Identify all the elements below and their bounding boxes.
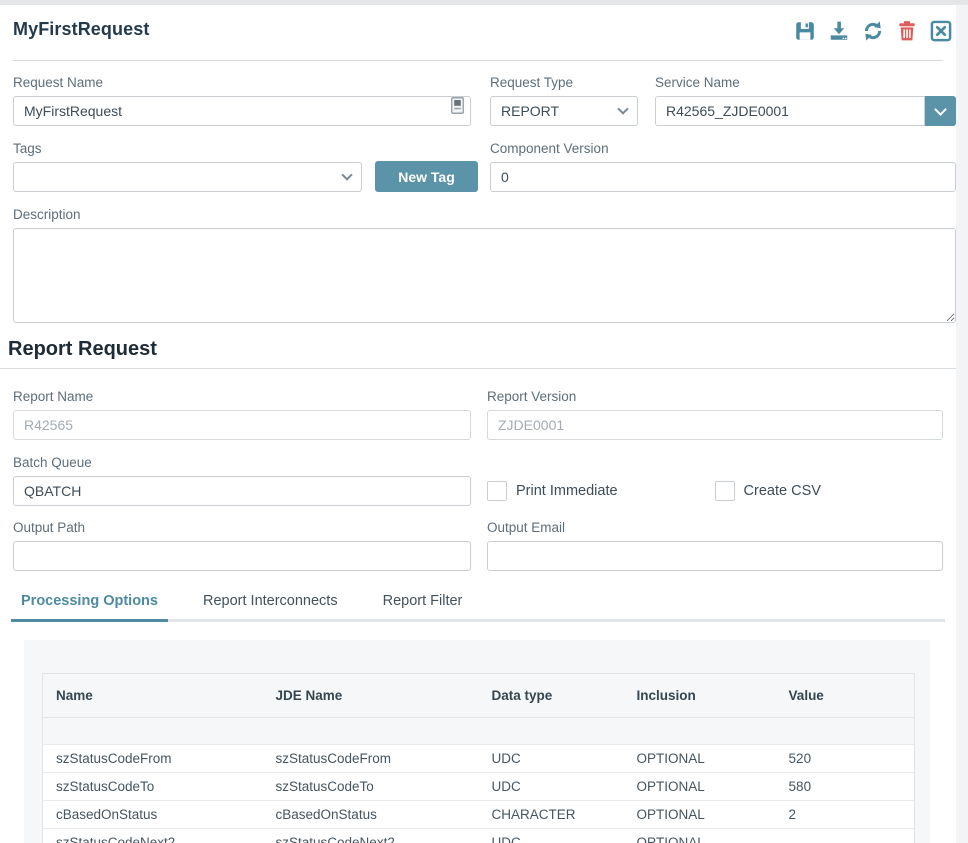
component-version-input[interactable] bbox=[490, 162, 956, 192]
column-header-jde-name: JDE Name bbox=[263, 674, 479, 718]
create-csv-label: Create CSV bbox=[744, 483, 821, 499]
tab-processing-options[interactable]: Processing Options bbox=[11, 583, 168, 622]
tab-report-interconnects[interactable]: Report Interconnects bbox=[193, 583, 348, 622]
description-textarea[interactable] bbox=[13, 228, 956, 323]
cell-jde-name: szStatusCodeFrom bbox=[263, 745, 479, 773]
request-editor: MyFirstRequest bbox=[0, 5, 956, 843]
report-version-input bbox=[487, 410, 943, 440]
close-button[interactable] bbox=[929, 19, 952, 42]
request-type-select[interactable]: REPORT bbox=[490, 96, 638, 126]
table-row[interactable]: szStatusCodeFrom szStatusCodeFrom UDC OP… bbox=[43, 745, 915, 773]
cell-name: cBasedOnStatus bbox=[43, 801, 263, 829]
table-row[interactable]: szStatusCodeTo szStatusCodeTo UDC OPTION… bbox=[43, 773, 915, 801]
batch-queue-input[interactable] bbox=[13, 476, 471, 506]
report-name-label: Report Name bbox=[13, 389, 471, 404]
report-version-label: Report Version bbox=[487, 389, 943, 404]
column-header-inclusion: Inclusion bbox=[623, 674, 775, 718]
cell-jde-name: szStatusCodeNext2 bbox=[263, 829, 479, 843]
download-icon bbox=[828, 20, 850, 42]
cell-value bbox=[776, 829, 915, 843]
cell-value: 580 bbox=[776, 773, 915, 801]
cell-inclusion: OPTIONAL bbox=[623, 829, 775, 843]
cell-data-type: UDC bbox=[478, 829, 623, 843]
output-path-label: Output Path bbox=[13, 520, 471, 535]
service-name-label: Service Name bbox=[655, 75, 956, 90]
tab-bar: Processing Options Report Interconnects … bbox=[11, 583, 945, 622]
tags-label: Tags bbox=[13, 141, 362, 156]
cell-value: 520 bbox=[776, 745, 915, 773]
cell-data-type: UDC bbox=[478, 745, 623, 773]
component-version-label: Component Version bbox=[490, 141, 956, 156]
column-header-value: Value bbox=[776, 674, 915, 718]
section-divider bbox=[0, 368, 956, 369]
print-immediate-checkbox[interactable] bbox=[487, 481, 507, 501]
request-name-label: Request Name bbox=[13, 75, 471, 90]
cell-value: 2 bbox=[776, 801, 915, 829]
description-label: Description bbox=[13, 207, 956, 222]
delete-button[interactable] bbox=[895, 19, 918, 42]
processing-options-table: Name JDE Name Data type Inclusion Value … bbox=[42, 673, 915, 843]
output-path-input[interactable] bbox=[13, 541, 471, 571]
request-type-label: Request Type bbox=[490, 75, 638, 90]
output-email-label: Output Email bbox=[487, 520, 943, 535]
trash-icon bbox=[896, 20, 918, 42]
header-actions bbox=[793, 19, 952, 42]
input-assist-icon bbox=[451, 97, 464, 119]
create-csv-option[interactable]: Create CSV bbox=[715, 481, 821, 501]
cell-inclusion: OPTIONAL bbox=[623, 801, 775, 829]
download-button[interactable] bbox=[827, 19, 850, 42]
tab-report-filter[interactable]: Report Filter bbox=[373, 583, 473, 622]
report-request-heading: Report Request bbox=[8, 338, 956, 361]
refresh-button[interactable] bbox=[861, 19, 884, 42]
table-row[interactable]: szStatusCodeNext2 szStatusCodeNext2 UDC … bbox=[43, 829, 915, 843]
cell-inclusion: OPTIONAL bbox=[623, 745, 775, 773]
table-row[interactable]: cBasedOnStatus cBasedOnStatus CHARACTER … bbox=[43, 801, 915, 829]
column-header-data-type: Data type bbox=[478, 674, 623, 718]
output-email-input[interactable] bbox=[487, 541, 943, 571]
report-name-input bbox=[13, 410, 471, 440]
cell-name: szStatusCodeTo bbox=[43, 773, 263, 801]
table-header-row: Name JDE Name Data type Inclusion Value bbox=[43, 674, 915, 718]
save-icon bbox=[794, 20, 816, 42]
chevron-down-icon bbox=[934, 103, 947, 116]
cell-jde-name: cBasedOnStatus bbox=[263, 801, 479, 829]
request-type-value: REPORT bbox=[501, 97, 559, 125]
print-immediate-option[interactable]: Print Immediate bbox=[487, 481, 618, 501]
cell-jde-name: szStatusCodeTo bbox=[263, 773, 479, 801]
request-name-input[interactable] bbox=[13, 96, 471, 126]
batch-queue-label: Batch Queue bbox=[13, 455, 471, 470]
cell-name: szStatusCodeFrom bbox=[43, 745, 263, 773]
cell-inclusion: OPTIONAL bbox=[623, 773, 775, 801]
create-csv-checkbox[interactable] bbox=[715, 481, 735, 501]
refresh-icon bbox=[862, 20, 884, 42]
print-immediate-label: Print Immediate bbox=[516, 483, 618, 499]
service-name-input[interactable] bbox=[655, 96, 925, 126]
header: MyFirstRequest bbox=[0, 5, 956, 55]
tags-select[interactable] bbox=[13, 162, 362, 192]
new-tag-button[interactable]: New Tag bbox=[375, 161, 478, 192]
page-title: MyFirstRequest bbox=[13, 19, 149, 40]
cell-data-type: UDC bbox=[478, 773, 623, 801]
service-name-dropdown-button[interactable] bbox=[925, 96, 956, 126]
close-icon bbox=[930, 20, 952, 42]
column-header-name: Name bbox=[43, 674, 263, 718]
filter-row bbox=[43, 718, 915, 745]
header-divider bbox=[13, 60, 943, 61]
cell-data-type: CHARACTER bbox=[478, 801, 623, 829]
save-button[interactable] bbox=[793, 19, 816, 42]
cell-name: szStatusCodeNext2 bbox=[43, 829, 263, 843]
processing-options-panel: Name JDE Name Data type Inclusion Value … bbox=[24, 640, 930, 843]
